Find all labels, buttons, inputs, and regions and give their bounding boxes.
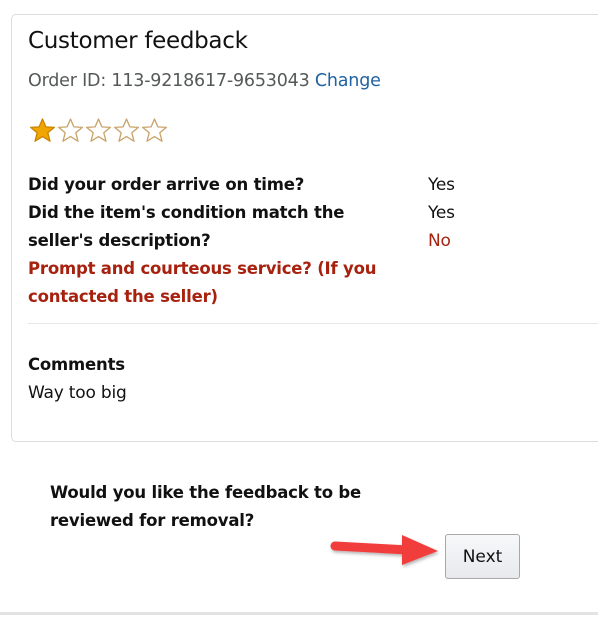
star-icon-empty: [85, 118, 112, 142]
question-condition: Did the item's condition match the selle…: [28, 203, 345, 250]
section-divider: [28, 323, 598, 324]
next-button[interactable]: Next: [445, 534, 520, 579]
question-on-time: Did your order arrive on time?: [28, 175, 305, 194]
comments-label: Comments: [28, 355, 125, 374]
comments-text: Way too big: [28, 383, 127, 403]
change-order-link[interactable]: Change: [315, 71, 381, 91]
star-rating: [28, 116, 168, 145]
removal-question: Would you like the feedback to be review…: [50, 483, 362, 530]
answer-condition: Yes: [428, 203, 455, 223]
answer-service: No: [428, 231, 451, 251]
red-arrow-icon: [330, 535, 438, 565]
star-icon-empty: [113, 118, 140, 142]
answer-on-time: Yes: [428, 175, 455, 195]
order-id-line: Order ID: 113-9218617-9653043 Change: [28, 71, 381, 91]
order-id: Order ID: 113-9218617-9653043: [28, 71, 310, 91]
star-icon-empty: [141, 118, 168, 142]
bottom-divider: [0, 612, 598, 615]
star-icon-empty: [57, 118, 84, 142]
star-icon-filled: [29, 118, 56, 142]
question-service: Prompt and courteous service? (If you co…: [28, 259, 377, 306]
page-title: Customer feedback: [28, 28, 248, 54]
